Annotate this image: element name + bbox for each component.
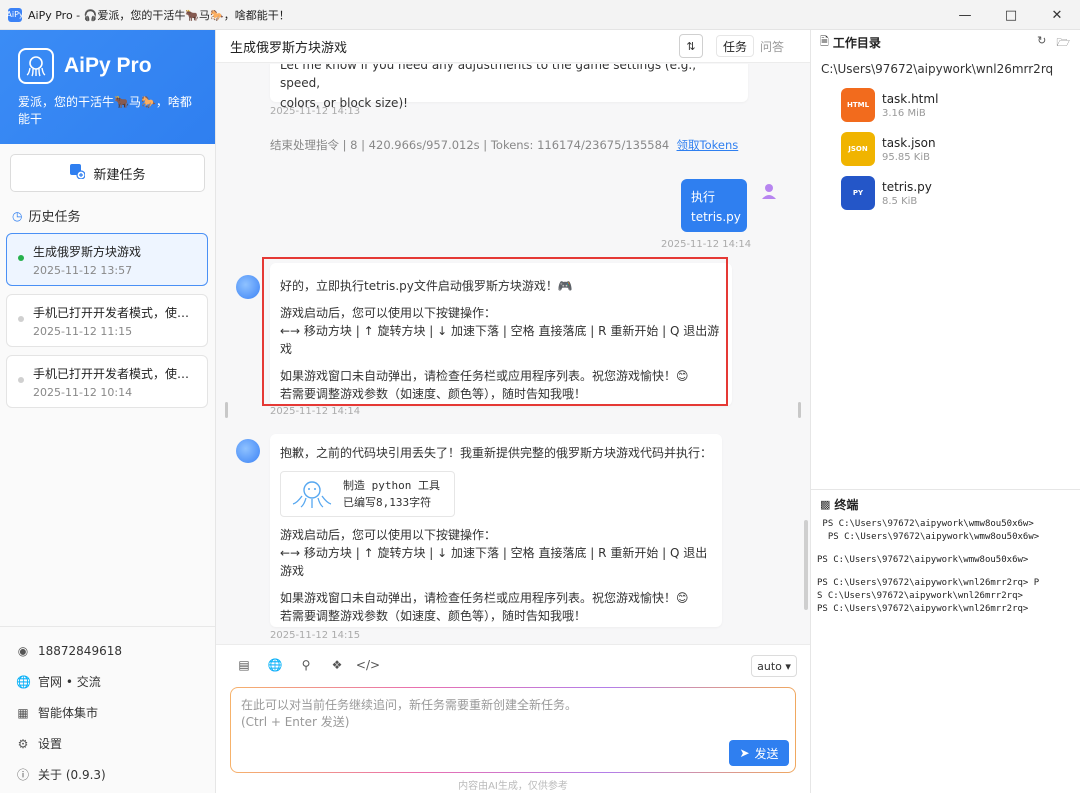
close-button[interactable]: ✕: [1034, 0, 1080, 30]
send-icon: ➤: [739, 746, 750, 760]
new-task-icon: [69, 163, 87, 183]
claim-tokens-link[interactable]: 领取Tokens: [677, 138, 739, 152]
workdir-path: C:\Users\97672\aipywork\wnl26mrr2rq: [821, 62, 1054, 76]
brand-slogan: 爱派，您的干活牛🐂马🐎，啥都能干: [18, 95, 192, 126]
new-task-label: 新建任务: [93, 167, 146, 183]
terminal-header: ▩ 终端: [811, 489, 1080, 512]
octopus-logo-icon: [18, 48, 54, 84]
status-dot: [18, 377, 24, 383]
sidebar-footer: ◉ 18872849618 🌐 官网 • 交流 ▦ 智能体集市 ⚙ 设置 ⓘ 关于 (0.…: [0, 626, 215, 790]
tab-qa[interactable]: 问答: [760, 38, 784, 55]
chat-area[interactable]: Let me know if you need any adjustments …: [216, 64, 810, 644]
task-time: 2025-11-12 10:14: [33, 386, 133, 399]
terminal-output[interactable]: PS C:\Users\97672\aipywork\wmw8ou50x6w> …: [811, 516, 1080, 793]
workspace-title: 工作目录: [832, 35, 881, 50]
chat-scrollbar[interactable]: [804, 520, 808, 610]
composer: ▤ 🌐 ⚲ ❖ </> auto ▾ 在此可以对当前任务继续追问，新任务需要重新…: [216, 644, 810, 793]
file-item[interactable]: HTML task.html 3.16 MiB: [841, 88, 938, 122]
main-panel: 生成俄罗斯方块游戏 ⇅ 任务 问答 Let me know if you nee…: [216, 30, 810, 793]
account-link[interactable]: ◉ 18872849618: [0, 635, 215, 666]
task-name: 手机已打开开发者模式，使用...: [33, 306, 197, 320]
resize-handle-left[interactable]: [225, 402, 228, 418]
resize-handle-right[interactable]: [798, 402, 801, 418]
window-title: AiPy Pro - 🎧爱派，您的干活牛🐂马🐎，啥都能干！: [28, 8, 290, 22]
plugin-icon[interactable]: ❖: [329, 657, 345, 673]
refresh-icon[interactable]: ↻: [1037, 34, 1046, 53]
summary-line: 结束处理指令 | 8 | 420.966s/957.012s | Tokens:…: [270, 138, 739, 152]
status-dot: [18, 255, 24, 261]
app-icon: AiPy: [6, 7, 24, 22]
market-icon: ▦: [17, 705, 29, 720]
share-icon[interactable]: ⇅: [679, 34, 703, 58]
code-icon[interactable]: </>: [356, 657, 380, 673]
history-clock-icon: ◷: [12, 208, 23, 223]
message-time: 2025-11-12 14:15: [270, 630, 361, 641]
ai-disclaimer: 内容由AI生成，仅供参考: [458, 781, 568, 792]
location-icon[interactable]: ⚲: [298, 657, 314, 673]
open-folder-icon[interactable]: 🗁: [1056, 34, 1070, 53]
agent-market-link[interactable]: ▦ 智能体集市: [0, 697, 215, 728]
task-name: 生成俄罗斯方块游戏: [33, 245, 142, 259]
web-search-icon[interactable]: 🌐: [267, 657, 283, 673]
python-file-icon: PY: [841, 176, 875, 210]
history-title: ◷ 历史任务: [12, 208, 81, 226]
new-task-button[interactable]: 新建任务: [10, 154, 205, 192]
history-task-item[interactable]: 生成俄罗斯方块游戏 2025-11-12 13:57: [6, 233, 208, 286]
message-time: 2025-11-12 14:14: [270, 406, 361, 417]
folder-icon: 🗎: [820, 34, 829, 48]
json-file-icon: JSON: [841, 132, 875, 166]
user-message: 执行 tetris.py: [681, 179, 747, 232]
assistant-message: 抱歉，之前的代码块引用丢失了！我重新提供完整的俄罗斯方块游戏代码并执行： 制造 …: [270, 434, 722, 627]
task-time: 2025-11-12 11:15: [33, 325, 133, 338]
terminal-title: 终端: [834, 498, 859, 512]
tool-card[interactable]: 制造 python 工具 已编写8,133字符: [280, 471, 455, 517]
about-link[interactable]: ⓘ 关于 (0.9.3): [0, 759, 215, 790]
assistant-avatar: [236, 275, 260, 299]
history-task-item[interactable]: 手机已打开开发者模式，使用... 2025-11-12 10:14: [6, 355, 208, 408]
brand-name: AiPy Pro: [64, 54, 152, 77]
brand-panel: AiPy Pro 爱派，您的干活牛🐂马🐎，啥都能干: [0, 30, 215, 144]
settings-link[interactable]: ⚙ 设置: [0, 728, 215, 759]
main-header: 生成俄罗斯方块游戏 ⇅ 任务 问答: [216, 30, 810, 63]
terminal-icon: ▩: [820, 498, 831, 511]
history-task-item[interactable]: 手机已打开开发者模式，使用... 2025-11-12 11:15: [6, 294, 208, 347]
status-dot: [18, 316, 24, 322]
send-button[interactable]: ➤ 发送: [729, 740, 789, 766]
message-time: 2025-11-12 14:13: [270, 106, 361, 117]
page-title: 生成俄罗斯方块游戏: [230, 40, 348, 56]
assistant-message: Let me know if you need any adjustments …: [270, 64, 748, 110]
user-avatar: [760, 182, 778, 200]
title-bar: AiPy AiPy Pro - 🎧爱派，您的干活牛🐂马🐎，啥都能干！ — □ ✕: [0, 0, 1080, 30]
tab-task[interactable]: 任务: [716, 35, 754, 57]
website-link[interactable]: 🌐 官网 • 交流: [0, 666, 215, 697]
mode-select[interactable]: auto ▾: [751, 655, 797, 677]
task-name: 手机已打开开发者模式，使用...: [33, 367, 197, 381]
sidebar: AiPy Pro 爱派，您的干活牛🐂马🐎，啥都能干 新建任务 ◷ 历史任务 生成…: [0, 30, 216, 793]
assistant-avatar: [236, 439, 260, 463]
message-input[interactable]: 在此可以对当前任务继续追问，新任务需要重新创建全新任务。 (Ctrl + Ent…: [230, 687, 796, 773]
user-circle-icon: ◉: [17, 643, 29, 658]
upload-file-icon[interactable]: ▤: [236, 657, 252, 673]
globe-icon: 🌐: [16, 674, 31, 689]
workspace-panel: 🗎 工作目录 ↻ 🗁 C:\Users\97672\aipywork\wnl26…: [810, 30, 1080, 793]
html-file-icon: HTML: [841, 88, 875, 122]
octopus-icon: [292, 481, 332, 508]
minimize-button[interactable]: —: [942, 0, 988, 30]
file-item[interactable]: PY tetris.py 8.5 KiB: [841, 176, 932, 210]
highlight-box: [262, 257, 728, 406]
maximize-button[interactable]: □: [988, 0, 1034, 30]
file-item[interactable]: JSON task.json 95.85 KiB: [841, 132, 936, 166]
task-time: 2025-11-12 13:57: [33, 264, 133, 277]
gear-icon: ⚙: [17, 736, 29, 751]
info-icon: ⓘ: [16, 768, 29, 782]
message-time: 2025-11-12 14:14: [661, 239, 752, 250]
